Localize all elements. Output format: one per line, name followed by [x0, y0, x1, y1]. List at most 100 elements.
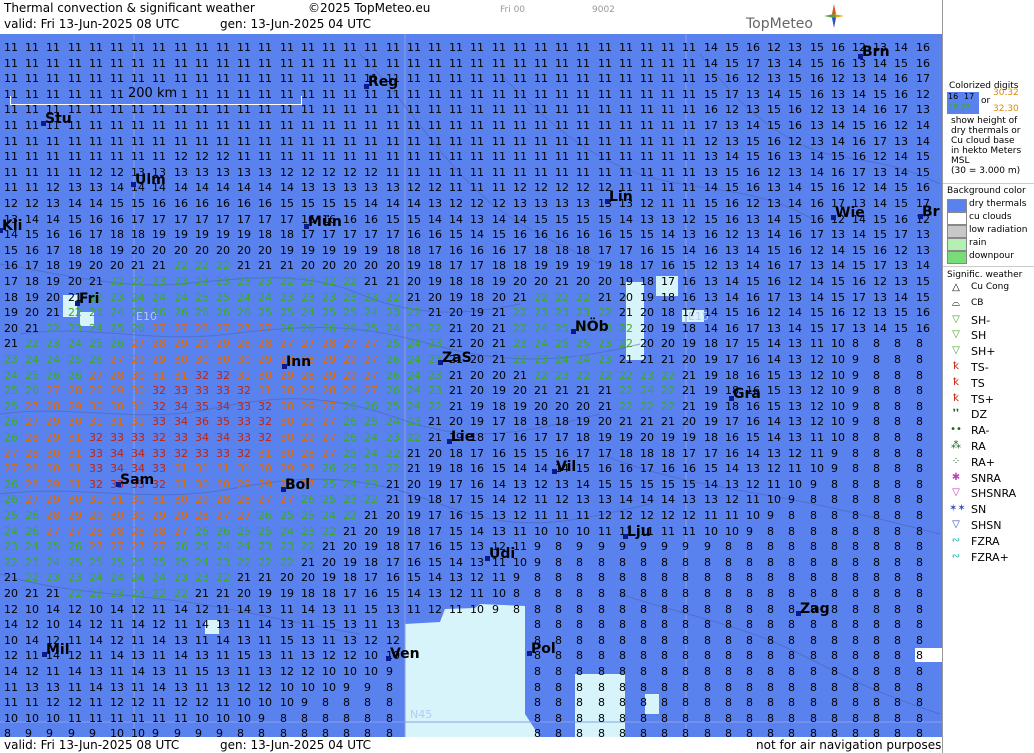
- thermal-value: 8: [894, 337, 901, 350]
- thermal-value: 11: [280, 103, 294, 116]
- thermal-value: 24: [195, 556, 209, 569]
- run-tag: Fri 00: [500, 5, 526, 15]
- legend-wx-label: SH-: [971, 313, 991, 327]
- thermal-value: 19: [46, 275, 60, 288]
- thermal-value: 15: [831, 275, 845, 288]
- thermal-value: 11: [470, 135, 484, 148]
- thermal-value: 11: [661, 166, 675, 179]
- thermal-value: 8: [619, 696, 626, 709]
- thermal-value: 24: [386, 415, 400, 428]
- thermal-value: 8: [894, 727, 901, 737]
- thunderstorm-icon: ꝁ: [953, 376, 959, 388]
- thermal-value: 8: [576, 712, 583, 725]
- thermal-value: 8: [576, 556, 583, 569]
- thermal-value: 8: [852, 618, 859, 631]
- thermal-value: 16: [831, 181, 845, 194]
- thermal-value: 32: [258, 431, 272, 444]
- thermal-value: 22: [237, 556, 251, 569]
- thermal-value: 11: [534, 509, 548, 522]
- thermal-value: 11: [280, 649, 294, 662]
- thermal-value: 11: [364, 41, 378, 54]
- thermal-value: 9: [364, 681, 371, 694]
- thermal-value: 22: [258, 556, 272, 569]
- thermal-value: 11: [68, 681, 82, 694]
- thermal-value: 11: [68, 166, 82, 179]
- thermal-value: 8: [534, 587, 541, 600]
- thermal-value: 14: [619, 213, 633, 226]
- thermal-value: 14: [449, 213, 463, 226]
- thermal-value: 11: [470, 88, 484, 101]
- thermal-value: 20: [576, 400, 590, 413]
- thermal-value: 21: [46, 306, 60, 319]
- thermal-value: 22: [428, 400, 442, 413]
- thermal-value: 8: [788, 571, 795, 584]
- thermal-value: 14: [704, 306, 718, 319]
- thermal-value: 14: [788, 181, 802, 194]
- thermal-value: 11: [280, 135, 294, 148]
- thermal-value: 14: [407, 587, 421, 600]
- thermal-value: 14: [216, 634, 230, 647]
- thermal-value: 11: [534, 41, 548, 54]
- thermal-value: 11: [4, 57, 18, 70]
- thermal-value: 20: [301, 571, 315, 584]
- thermal-value: 9: [216, 727, 223, 737]
- legend-sample-e: 32.30: [993, 104, 1019, 114]
- thermal-value: 14: [767, 431, 781, 444]
- thermal-value: 11: [4, 135, 18, 148]
- cb-icon: ⌓: [952, 297, 960, 309]
- compass-icon: [824, 4, 844, 28]
- thermal-value: 8: [640, 712, 647, 725]
- thermal-value: 13: [576, 197, 590, 210]
- thermal-value: 18: [258, 228, 272, 241]
- thermal-value: 11: [428, 119, 442, 132]
- thermal-value: 18: [555, 244, 569, 257]
- thermal-value: 23: [640, 369, 654, 382]
- thermal-value: 12: [810, 244, 824, 257]
- thermal-value: 18: [89, 244, 103, 257]
- thermal-value: 12: [810, 415, 824, 428]
- thermal-value: 13: [746, 103, 760, 116]
- thermal-value: 14: [831, 244, 845, 257]
- thermal-value: 21: [640, 415, 654, 428]
- thermal-value: 11: [428, 41, 442, 54]
- thermal-value: 21: [4, 571, 18, 584]
- thermal-value: 8: [894, 696, 901, 709]
- thermal-value: 8: [725, 649, 732, 662]
- thermal-value: 8: [767, 681, 774, 694]
- forecast-map[interactable]: E10 E15 N45 11 11 11 11 11 11 11 11 11 11 11 11 11 11 11…: [0, 34, 942, 737]
- thermal-value: 17: [237, 213, 251, 226]
- thermal-value: 11: [555, 103, 569, 116]
- thermal-value: 17: [343, 587, 357, 600]
- thermal-value: 11: [46, 166, 60, 179]
- thermal-value: 21: [598, 400, 612, 413]
- thermal-value: 8: [788, 665, 795, 678]
- thermal-value: 11: [195, 103, 209, 116]
- thermal-value: 30: [110, 509, 124, 522]
- thermal-value: 12: [237, 681, 251, 694]
- thermal-value: 25: [386, 337, 400, 350]
- thermal-value: 20: [428, 291, 442, 304]
- thermal-value: 17: [513, 244, 527, 257]
- thermal-value: 11: [470, 587, 484, 600]
- thermal-value: 11: [195, 41, 209, 54]
- thermal-value: 21: [492, 322, 506, 335]
- thermal-value: 13: [725, 119, 739, 132]
- thermal-value: 25: [89, 337, 103, 350]
- thermal-value: 14: [216, 181, 230, 194]
- thermal-value: 8: [873, 712, 880, 725]
- thermal-value: 14: [428, 213, 442, 226]
- thermal-value: 12: [280, 665, 294, 678]
- thermal-value: 15: [725, 181, 739, 194]
- thermal-value: 13: [767, 181, 781, 194]
- thermal-value: 13: [725, 478, 739, 491]
- thermal-value: 16: [682, 291, 696, 304]
- thermal-value: 8: [873, 493, 880, 506]
- thermal-value: 16: [767, 275, 781, 288]
- thermal-value: 8: [534, 618, 541, 631]
- thermal-value: 20: [4, 322, 18, 335]
- thermal-value: 11: [4, 41, 18, 54]
- thermal-value: 33: [89, 462, 103, 475]
- thermal-value: 11: [4, 166, 18, 179]
- thermal-value: 21: [364, 509, 378, 522]
- city-label: Inn: [286, 354, 312, 370]
